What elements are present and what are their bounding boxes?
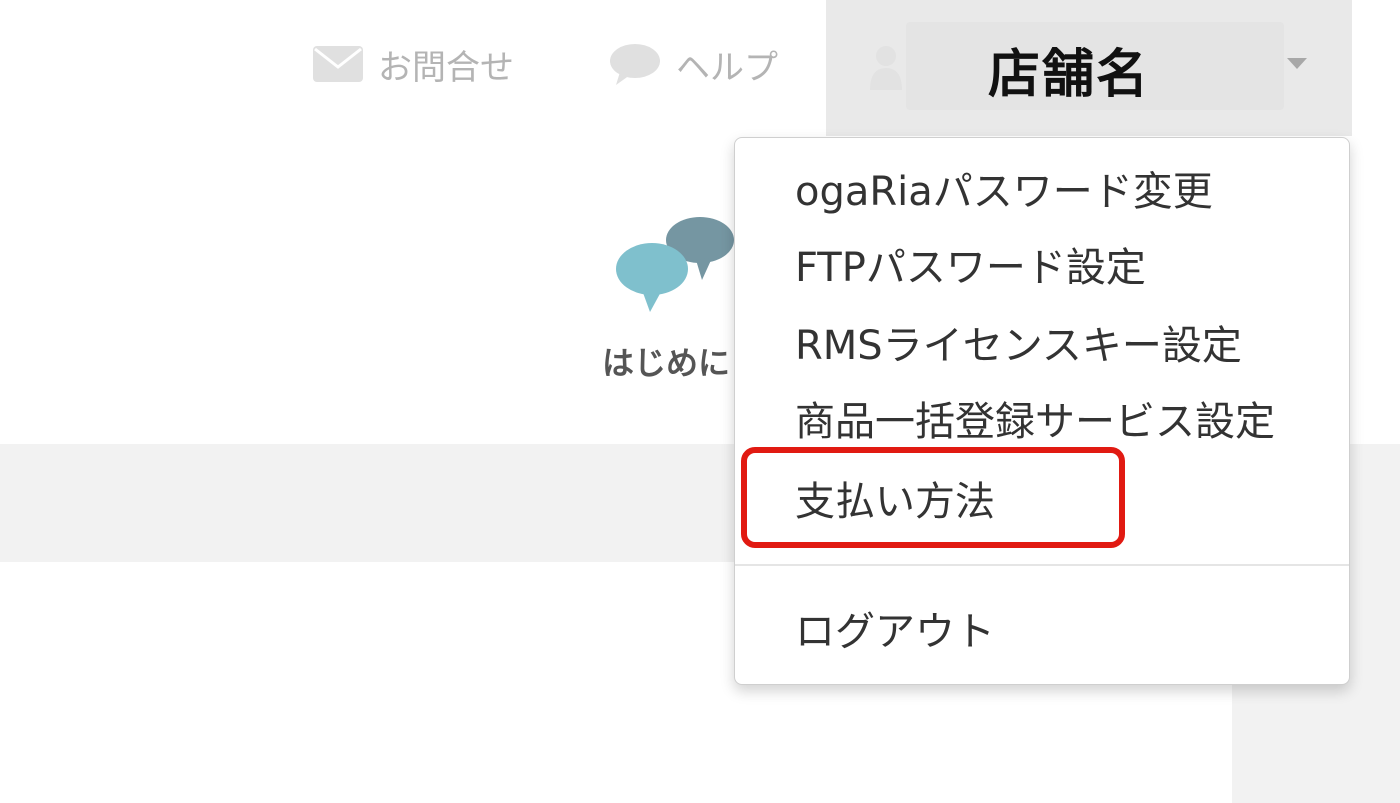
store-dropdown-toggle[interactable]: 店舗名: [826, 0, 1352, 136]
menu-item-bulk-registration[interactable]: 商品一括登録サービス設定: [795, 388, 1275, 448]
help-link[interactable]: ヘルプ: [608, 36, 778, 92]
menu-item-rms-license-key[interactable]: RMSライセンスキー設定: [795, 312, 1242, 372]
menu-item-ogaria-password[interactable]: ogaRiaパスワード変更: [795, 158, 1213, 218]
corner-strip: [1352, 0, 1400, 444]
envelope-icon: [312, 44, 364, 84]
user-icon: [868, 44, 904, 94]
help-label: ヘルプ: [676, 47, 778, 88]
page: お問合せ ヘルプ 店舗名 はじめに ogaRiaパスワード変更 FTPパスワード…: [0, 0, 1400, 803]
contact-link[interactable]: お問合せ: [312, 36, 514, 92]
store-name: 店舗名: [988, 45, 1151, 105]
feature-label[interactable]: はじめに: [602, 338, 730, 384]
caret-down-icon: [1286, 56, 1308, 75]
speech-bubble-icon: [608, 42, 662, 86]
chat-bubbles-icon[interactable]: [612, 214, 742, 318]
menu-item-payment-method[interactable]: 支払い方法: [795, 468, 995, 528]
contact-label: お問合せ: [378, 47, 514, 88]
menu-item-ftp-password[interactable]: FTPパスワード設定: [795, 234, 1146, 294]
menu-divider: [735, 564, 1349, 566]
menu-item-logout[interactable]: ログアウト: [795, 598, 995, 658]
account-dropdown-menu: ogaRiaパスワード変更 FTPパスワード設定 RMSライセンスキー設定 商品…: [734, 137, 1350, 685]
